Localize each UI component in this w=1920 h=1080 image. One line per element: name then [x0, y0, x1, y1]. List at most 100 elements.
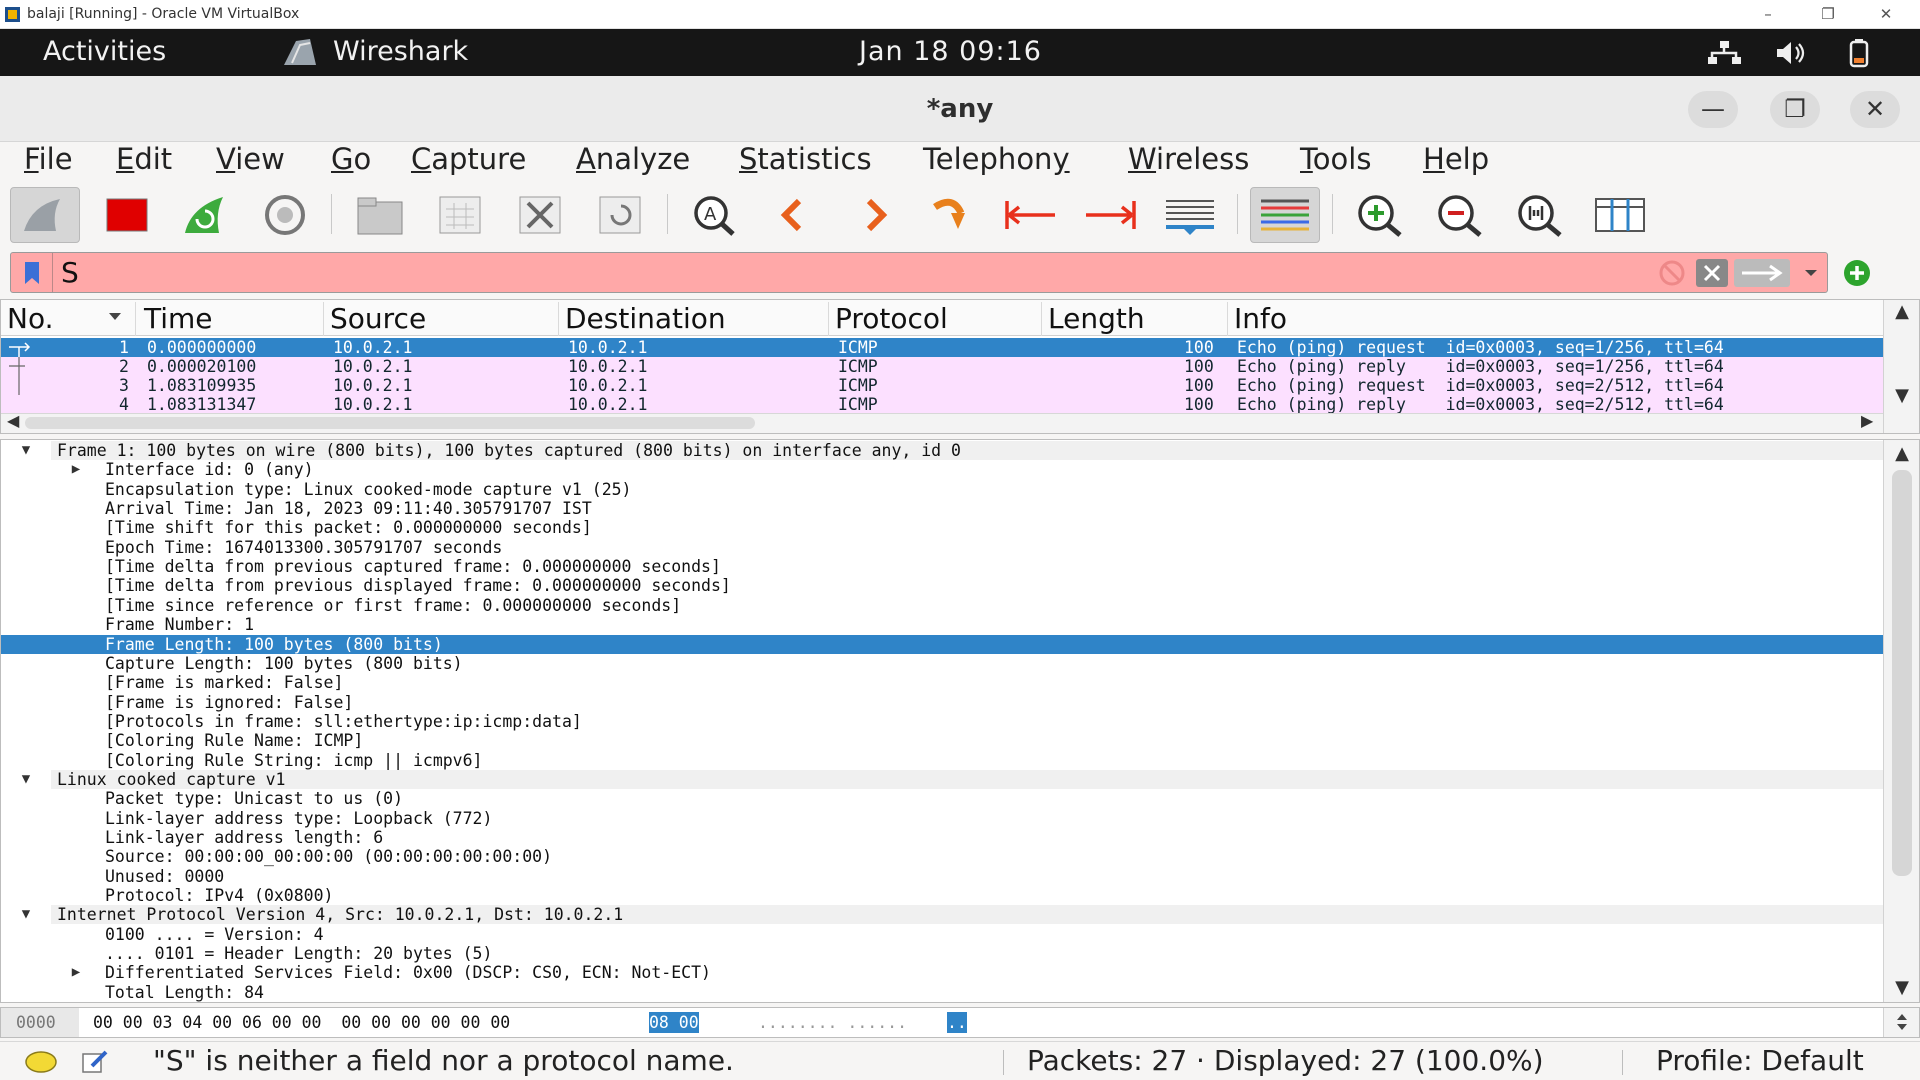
tree-field-row[interactable]: Link-layer address length: 6	[1, 828, 1885, 847]
expand-closed-icon[interactable]: ▶	[67, 963, 85, 982]
tree-field-row[interactable]: Unused: 0000	[1, 867, 1885, 886]
packet-list-vscrollbar[interactable]: ▲ ▼	[1883, 300, 1919, 433]
tree-group-row[interactable]: ▼ Linux cooked capture v1	[22, 769, 1885, 789]
tree-field-row[interactable]: Packet type: Unicast to us (0)	[1, 789, 1885, 808]
reload-file-button[interactable]	[585, 187, 655, 243]
activities-button[interactable]: Activities	[43, 36, 166, 67]
find-packet-button[interactable]: A	[680, 187, 750, 243]
menu-go[interactable]: Go	[331, 142, 371, 176]
start-capture-button[interactable]	[10, 187, 80, 243]
column-protocol[interactable]: Protocol	[829, 302, 1042, 336]
go-forward-button[interactable]	[840, 187, 910, 243]
details-scroll-thumb[interactable]	[1892, 470, 1912, 876]
restart-capture-button[interactable]	[170, 187, 240, 243]
normal-size-button[interactable]	[1505, 187, 1575, 243]
network-icon[interactable]	[1704, 38, 1744, 68]
tree-group-row[interactable]: ▼ Internet Protocol Version 4, Src: 10.0.…	[22, 905, 1885, 925]
expand-open-icon[interactable]: ▼	[17, 441, 35, 460]
menu-tools[interactable]: Tools	[1300, 142, 1371, 176]
packet-list[interactable]: No. Time Source Destination Protocol Len…	[0, 299, 1920, 434]
tree-field-row[interactable]: Epoch Time: 1674013300.305791707 seconds	[1, 538, 1885, 557]
tree-field-row[interactable]: Link-layer address type: Loopback (772)	[1, 809, 1885, 828]
tree-field-row[interactable]: Frame Number: 1	[1, 615, 1885, 634]
capture-options-button[interactable]	[250, 187, 320, 243]
menu-wireless[interactable]: Wireless	[1128, 142, 1249, 176]
tree-field-row[interactable]: Total Length: 84	[1, 983, 1885, 1002]
last-packet-button[interactable]	[1075, 187, 1145, 243]
column-no[interactable]: No.	[1, 302, 136, 336]
first-packet-button[interactable]	[996, 187, 1066, 243]
tree-field-row[interactable]: .... 0101 = Header Length: 20 bytes (5)	[1, 944, 1885, 963]
packet-bytes-pane[interactable]: 0000 00 00 03 04 00 06 00 00 00 00 00 00…	[0, 1007, 1920, 1038]
status-profile[interactable]: Profile: Default	[1656, 1044, 1864, 1077]
bytes-vscrollbar[interactable]	[1883, 1008, 1919, 1037]
filter-history-dropdown[interactable]	[1799, 259, 1823, 287]
scroll-down-icon[interactable]: ▼	[1884, 384, 1919, 408]
column-destination[interactable]: Destination	[559, 302, 829, 336]
column-info[interactable]: Info	[1228, 302, 1885, 336]
menu-telephony[interactable]: Telephony	[923, 142, 1070, 176]
auto-scroll-button[interactable]	[1155, 187, 1225, 243]
stop-capture-button[interactable]	[92, 187, 162, 243]
save-file-button[interactable]	[425, 187, 495, 243]
tree-field-row[interactable]: [Time since reference or first frame: 0.…	[1, 596, 1885, 615]
host-minimize-button[interactable]: –	[1744, 2, 1792, 26]
tree-field-row[interactable]: [Coloring Rule Name: ICMP]	[1, 731, 1885, 750]
tree-field-row[interactable]: Arrival Time: Jan 18, 2023 09:11:40.3057…	[1, 499, 1885, 518]
maximize-button[interactable]: ❐	[1770, 91, 1820, 128]
scroll-up-icon[interactable]: ▲	[1884, 300, 1919, 324]
app-menu-button[interactable]: Wireshark	[333, 36, 468, 67]
go-to-packet-button[interactable]	[917, 187, 987, 243]
column-length[interactable]: Length	[1042, 302, 1228, 336]
scroll-left-icon[interactable]: ◀	[7, 411, 19, 430]
column-time[interactable]: Time	[138, 302, 324, 336]
resize-columns-button[interactable]	[1585, 187, 1655, 243]
packet-row[interactable]: 3 1.083109935 10.0.2.1 10.0.2.1 ICMP 100…	[1, 376, 1885, 395]
tree-field-row[interactable]: 0100 .... = Version: 4	[1, 925, 1885, 944]
tree-field-row[interactable]: [Time delta from previous captured frame…	[1, 557, 1885, 576]
edit-comment-icon[interactable]	[80, 1048, 110, 1076]
battery-icon[interactable]	[1840, 38, 1880, 68]
open-file-button[interactable]	[345, 187, 415, 243]
display-filter-input[interactable]	[61, 255, 1641, 289]
tree-field-row[interactable]: [Frame is ignored: False]	[1, 693, 1885, 712]
close-button[interactable]: ✕	[1850, 91, 1900, 128]
host-close-button[interactable]: ✕	[1862, 2, 1910, 26]
tree-field-row[interactable]: Frame Length: 100 bytes (800 bits)	[1, 634, 1885, 654]
menu-analyze[interactable]: Analyze	[576, 142, 690, 176]
expand-open-icon[interactable]: ▼	[17, 905, 35, 924]
packet-row[interactable]: 2 0.000020100 10.0.2.1 10.0.2.1 ICMP 100…	[1, 357, 1885, 376]
packet-details-tree[interactable]: ▼ Frame 1: 100 bytes on wire (800 bits), …	[0, 439, 1920, 1003]
packet-row[interactable]: 1 0.000000000 10.0.2.1 10.0.2.1 ICMP 100…	[1, 338, 1885, 357]
expert-info-icon[interactable]	[24, 1050, 58, 1074]
hscroll-thumb[interactable]	[25, 417, 755, 429]
add-filter-button-icon[interactable]	[1842, 258, 1872, 288]
host-restore-button[interactable]: ❐	[1804, 2, 1852, 26]
tree-field-row[interactable]: Protocol: IPv4 (0x0800)	[1, 886, 1885, 905]
menu-edit[interactable]: Edit	[116, 142, 172, 176]
tree-field-row[interactable]: [Coloring Rule String: icmp || icmpv6]	[1, 751, 1885, 770]
packet-row[interactable]: 4 1.083131347 10.0.2.1 10.0.2.1 ICMP 100…	[1, 395, 1885, 413]
menu-view[interactable]: View	[216, 142, 285, 176]
expand-closed-icon[interactable]: ▶	[67, 460, 85, 479]
tree-field-row[interactable]: [Time shift for this packet: 0.000000000…	[1, 518, 1885, 537]
details-vscrollbar[interactable]: ▲ ▼	[1883, 440, 1919, 1002]
tree-field-row[interactable]: Encapsulation type: Linux cooked-mode ca…	[1, 480, 1885, 499]
menu-file[interactable]: File	[24, 142, 73, 176]
tree-field-row[interactable]: [Frame is marked: False]	[1, 673, 1885, 692]
close-file-button[interactable]	[505, 187, 575, 243]
scroll-down-icon[interactable]: ▼	[1884, 976, 1919, 1000]
tree-field-row[interactable]: ▶ Interface id: 0 (any)	[1, 460, 1885, 479]
minimize-button[interactable]: —	[1688, 91, 1738, 128]
filter-bookmark-button[interactable]	[11, 253, 53, 292]
scroll-right-icon[interactable]: ▶	[1861, 411, 1873, 430]
expand-open-icon[interactable]: ▼	[17, 770, 35, 789]
scroll-up-icon[interactable]: ▲	[1884, 442, 1919, 466]
tree-field-row[interactable]: [Time delta from previous displayed fram…	[1, 576, 1885, 595]
volume-icon[interactable]	[1772, 38, 1812, 68]
zoom-out-button[interactable]	[1425, 187, 1495, 243]
tree-field-row[interactable]: Capture Length: 100 bytes (800 bits)	[1, 654, 1885, 673]
tree-field-row[interactable]: [Protocols in frame: sll:ethertype:ip:ic…	[1, 712, 1885, 731]
menu-help[interactable]: Help	[1423, 142, 1489, 176]
go-back-button[interactable]	[758, 187, 828, 243]
